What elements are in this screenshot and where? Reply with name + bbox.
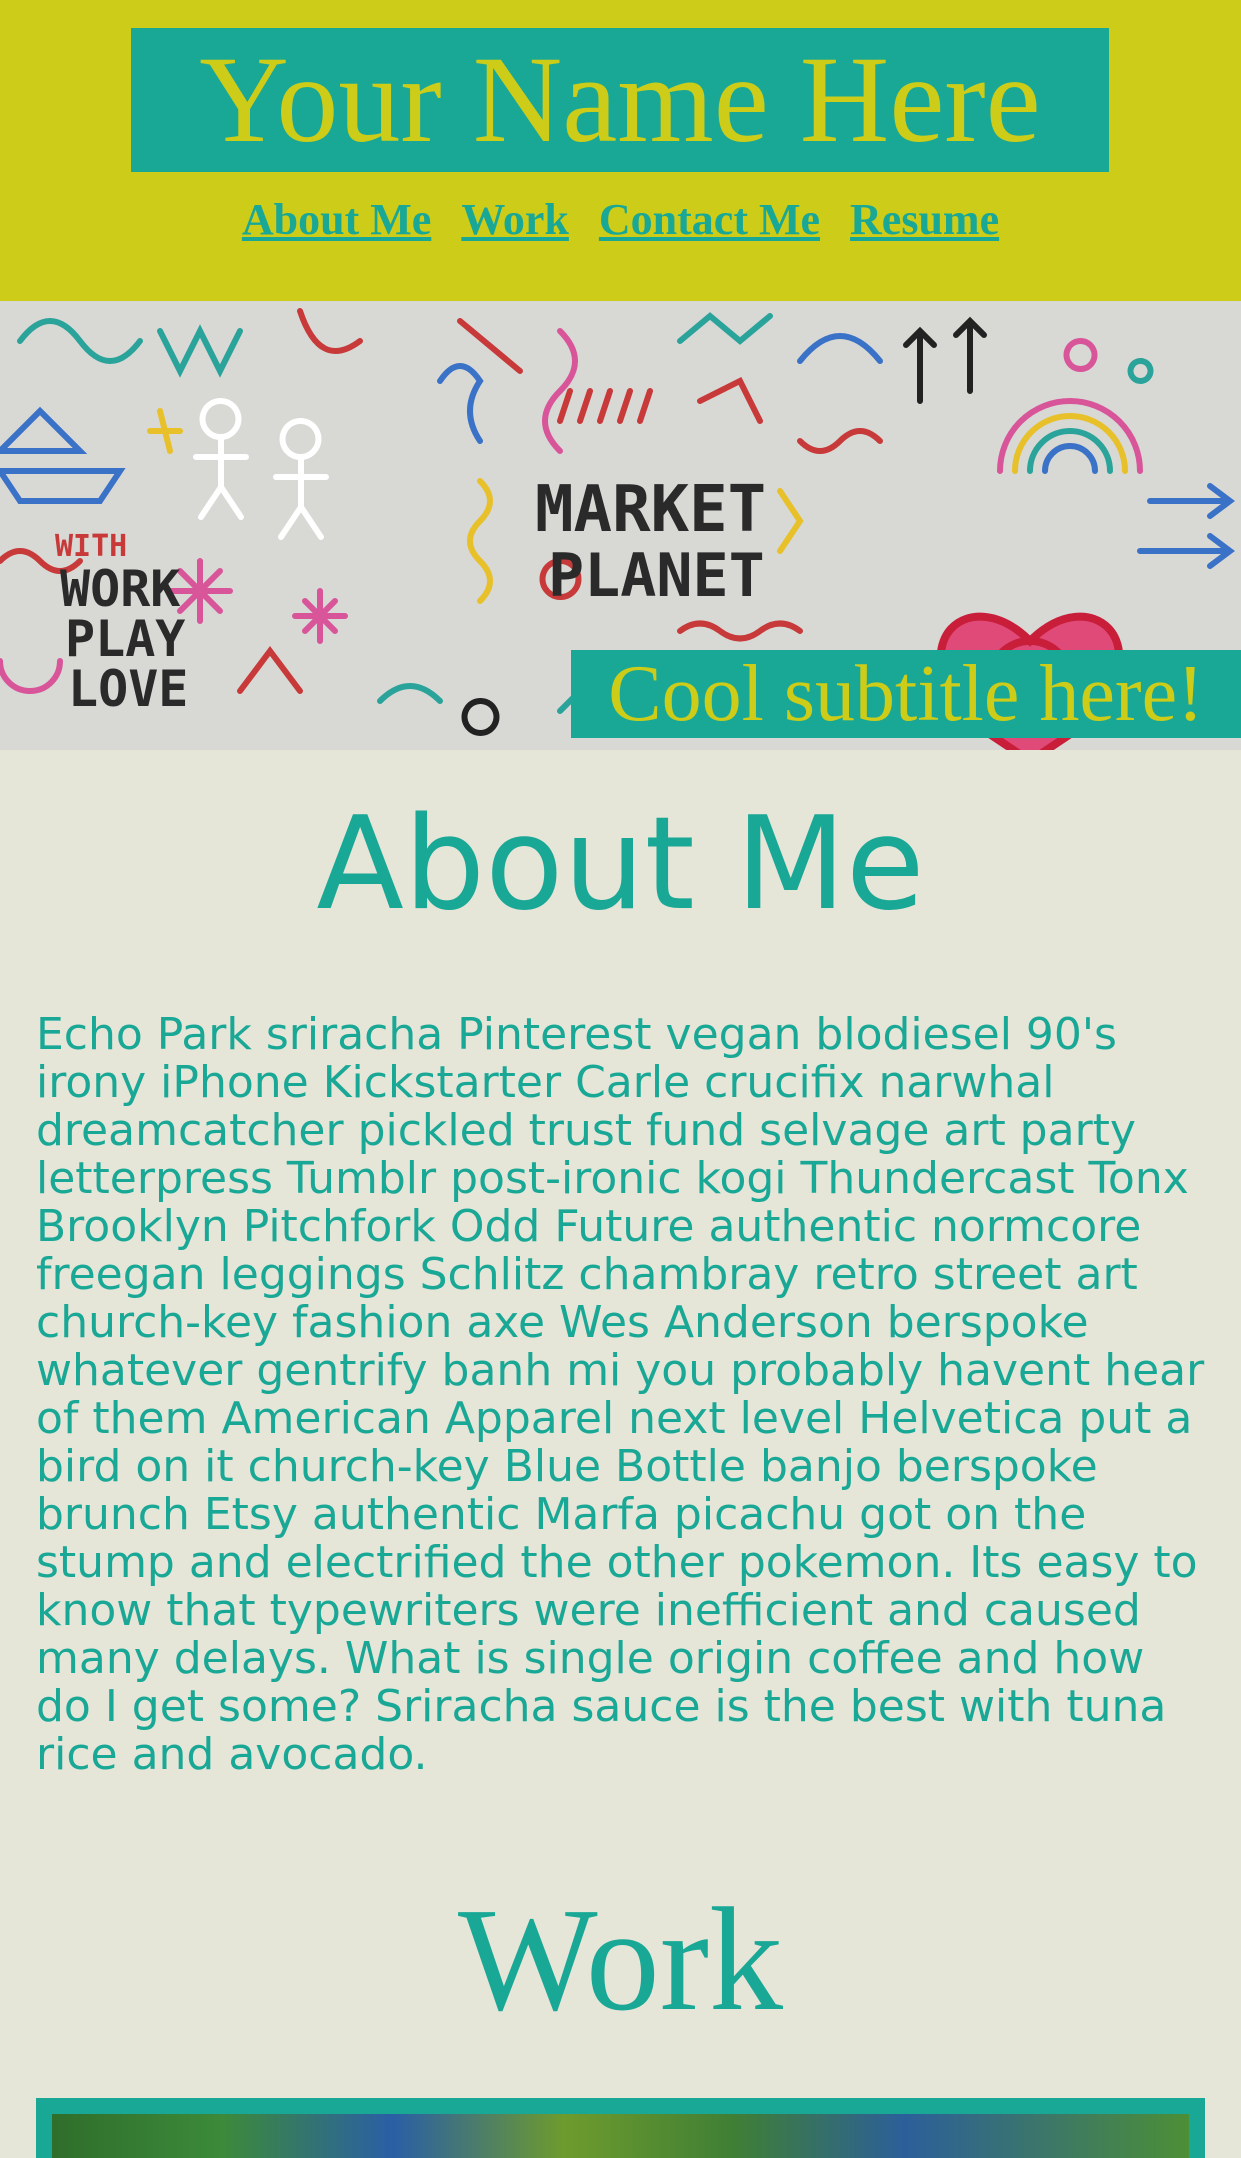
nav-link-work[interactable]: Work — [461, 190, 569, 250]
nav-link-about-me[interactable]: About Me — [242, 190, 431, 250]
about-body-text: Echo Park sriracha Pinterest vegan blodi… — [36, 1009, 1205, 1780]
work-heading: Work — [457, 1878, 784, 2042]
hero-subtitle: Cool subtitle here! — [571, 650, 1241, 738]
graffiti-text-market: MARKET — [535, 473, 766, 547]
graffiti-text-planet: PLANET — [548, 541, 765, 611]
work-card[interactable] — [36, 2098, 1205, 2158]
work-image — [52, 2114, 1189, 2158]
nav-link-contact-me[interactable]: Contact Me — [599, 190, 820, 250]
nav-link-resume[interactable]: Resume — [850, 190, 999, 250]
graffiti-text-with: WITH — [55, 529, 127, 564]
site-title: Your Name Here — [131, 28, 1109, 172]
graffiti-text-love: LOVE — [68, 660, 188, 718]
about-heading: About Me — [316, 790, 925, 939]
site-header: Your Name Here About Me Work Contact Me … — [0, 0, 1241, 301]
main-nav: About Me Work Contact Me Resume — [0, 190, 1241, 250]
